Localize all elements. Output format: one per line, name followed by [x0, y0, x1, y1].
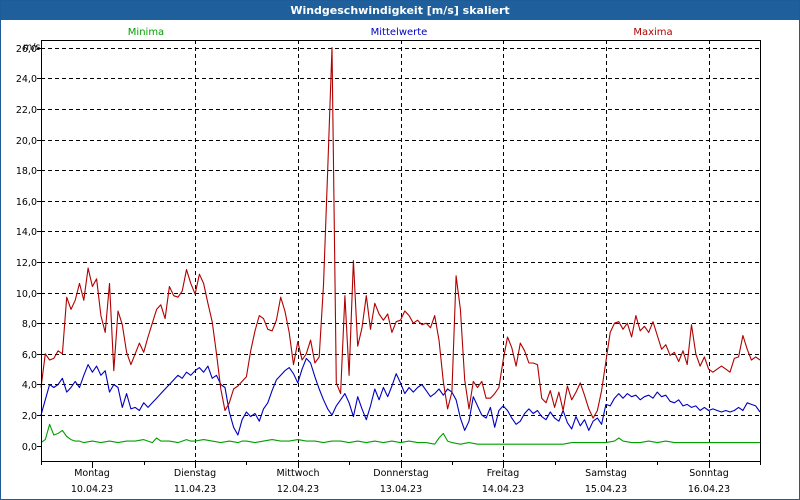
chart-window: Windgeschwindigkeit [m/s] skaliert m/s 0,…	[0, 0, 800, 500]
y-tick-label: 0,0	[22, 442, 37, 453]
window-title: Windgeschwindigkeit [m/s] skaliert	[1, 1, 799, 20]
day-date-label: 10.04.23	[71, 484, 113, 495]
day-name-label: Donnerstag	[373, 468, 428, 479]
wind-speed-chart: m/s0,02,04,06,08,010,012,014,016,018,020…	[16, 27, 761, 495]
y-tick-label: 8,0	[22, 319, 37, 330]
day-date-label: 11.04.23	[174, 484, 216, 495]
y-tick-label: 16,0	[16, 197, 37, 208]
y-tick-label: 10,0	[16, 289, 37, 300]
legend-minima: Minima	[128, 27, 164, 38]
day-name-label: Dienstag	[174, 468, 216, 479]
y-tick-label: 22,0	[16, 105, 37, 116]
y-axis: m/s0,02,04,06,08,010,012,014,016,018,020…	[16, 42, 41, 453]
series-line-maxima	[40, 47, 761, 419]
x-axis: Montag 10.04.23 Dienstag 11.04.23 Mittwoch 12…	[41, 461, 761, 495]
legend-mittelwerte: Mittelwerte	[371, 27, 428, 38]
y-tick-label: 18,0	[16, 166, 37, 177]
day-date-label: 15.04.23	[585, 484, 627, 495]
day-name-label: Samstag	[585, 468, 627, 479]
y-tick-label: 6,0	[22, 350, 37, 361]
series-line-minima	[40, 423, 760, 445]
legend-maxima: Maxima	[633, 27, 672, 38]
y-tick-label: 12,0	[16, 258, 37, 269]
y-tick-label: 4,0	[22, 380, 37, 391]
y-tick-label: 14,0	[16, 227, 37, 238]
day-date-label: 13.04.23	[380, 484, 422, 495]
day-name-label: Freitag	[487, 468, 520, 479]
y-tick-label: 26,0	[16, 44, 37, 55]
day-date-label: 16.04.23	[688, 484, 730, 495]
legend: Minima Mittelwerte Maxima	[128, 27, 673, 38]
y-tick-label: 2,0	[22, 411, 37, 422]
y-tick-label: 24,0	[16, 74, 37, 85]
day-name-label: Montag	[74, 468, 110, 479]
day-date-label: 14.04.23	[482, 484, 524, 495]
day-date-label: 12.04.23	[277, 484, 319, 495]
y-tick-label: 20,0	[16, 136, 37, 147]
day-name-label: Sonntag	[689, 468, 728, 479]
series-line-mittelwerte	[40, 357, 761, 436]
day-name-label: Mittwoch	[276, 468, 319, 479]
